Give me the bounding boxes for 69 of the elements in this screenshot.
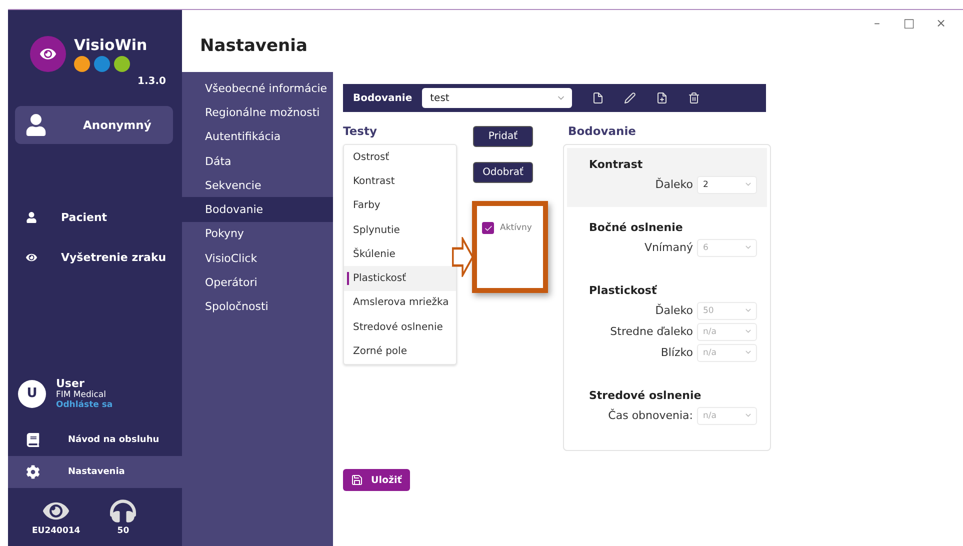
user-company: FIM Medical (56, 390, 107, 400)
delete-icon[interactable] (688, 92, 700, 104)
field-label: Blízko (660, 346, 693, 359)
submenu-item[interactable]: Operátori (182, 270, 333, 295)
toolbar-label: Bodovanie (353, 92, 412, 104)
user-name: User (56, 377, 86, 390)
user-avatar: U (18, 380, 46, 408)
settings-icon (26, 465, 40, 479)
user-mode-button[interactable]: Anonymný (15, 106, 173, 144)
test-item[interactable]: Splynutie (344, 218, 456, 242)
app-name: VisioWin (74, 36, 148, 54)
new-file-icon[interactable] (592, 92, 604, 104)
check-icon (484, 224, 492, 232)
eye-logo-icon (30, 36, 66, 72)
device-label: 50 (117, 526, 130, 536)
headset-icon (110, 498, 136, 524)
submenu-item[interactable]: Autentifikácia (182, 124, 333, 149)
scoring-heading: Bodovanie (567, 124, 637, 140)
field-label: Vnímaný (644, 241, 693, 254)
test-item[interactable]: Amslerova mriežka (344, 290, 456, 316)
person-icon (26, 212, 37, 222)
test-item[interactable]: Ostrosť (344, 145, 456, 170)
submenu-item[interactable]: Bodovanie (182, 197, 333, 222)
submenu-item[interactable]: Sekvencie (182, 173, 333, 198)
scoring-select[interactable]: test (422, 88, 572, 108)
submenu-item[interactable]: Pokyny (182, 222, 333, 246)
submenu-item[interactable]: Dáta (182, 148, 333, 174)
nav-item[interactable]: Návod na obsluhu (8, 424, 182, 456)
tests-heading: Testy (343, 124, 378, 140)
book-icon (26, 433, 40, 447)
value-select[interactable]: 2 (697, 176, 757, 194)
field-label: Ďaleko (655, 178, 693, 191)
save-icon (351, 474, 363, 486)
active-checkbox[interactable] (482, 222, 494, 234)
logout-link[interactable]: Odhláste sa (56, 400, 113, 410)
eye-icon (26, 252, 37, 262)
field-label: Čas obnovenia: (608, 409, 693, 422)
submenu-item[interactable]: VisioClick (182, 246, 333, 270)
test-item[interactable]: Kontrast (344, 169, 456, 194)
section-title: Stredové oslnenie (589, 389, 702, 402)
app-version: 1.3.0 (138, 76, 166, 87)
save-button[interactable]: Uložiť (343, 469, 410, 491)
submenu-item[interactable]: Všeobecné informácie (182, 76, 333, 100)
nav-item[interactable]: Pacient (8, 204, 182, 230)
add-file-icon[interactable] (656, 92, 668, 104)
submenu-item[interactable]: Regionálne možnosti (182, 100, 333, 125)
window-control-button[interactable]: □ (893, 14, 925, 32)
test-item[interactable]: Plastickosť (344, 266, 456, 291)
person-icon (25, 114, 47, 136)
test-item[interactable]: Stredové oslnenie (344, 315, 456, 340)
test-item[interactable]: Škúlenie (344, 242, 456, 266)
page-title: Nastavenia (200, 36, 308, 58)
section-title: Bočné oslnenie (589, 221, 684, 234)
submenu-item[interactable]: Spoločnosti (182, 294, 333, 319)
nav-item[interactable]: Vyšetrenie zraku (8, 244, 182, 270)
remove-button[interactable]: Odobrať (473, 162, 533, 183)
field-label: Ďaleko (655, 304, 693, 317)
add-button[interactable]: Pridať (473, 126, 533, 147)
section-title: Kontrast (589, 158, 644, 171)
test-item[interactable]: Farby (344, 194, 456, 218)
nav-item[interactable]: Nastavenia (8, 456, 182, 488)
edit-icon[interactable] (624, 92, 636, 104)
window-control-button[interactable]: – (861, 14, 893, 32)
section-title: Plastickosť (589, 284, 658, 297)
test-item[interactable]: Zorné pole (344, 339, 456, 364)
field-label: Stredne ďaleko (610, 325, 693, 338)
window-control-button[interactable]: × (925, 14, 957, 32)
checkbox-label: Aktívny (500, 223, 532, 233)
device-label: EU240014 (32, 526, 80, 536)
